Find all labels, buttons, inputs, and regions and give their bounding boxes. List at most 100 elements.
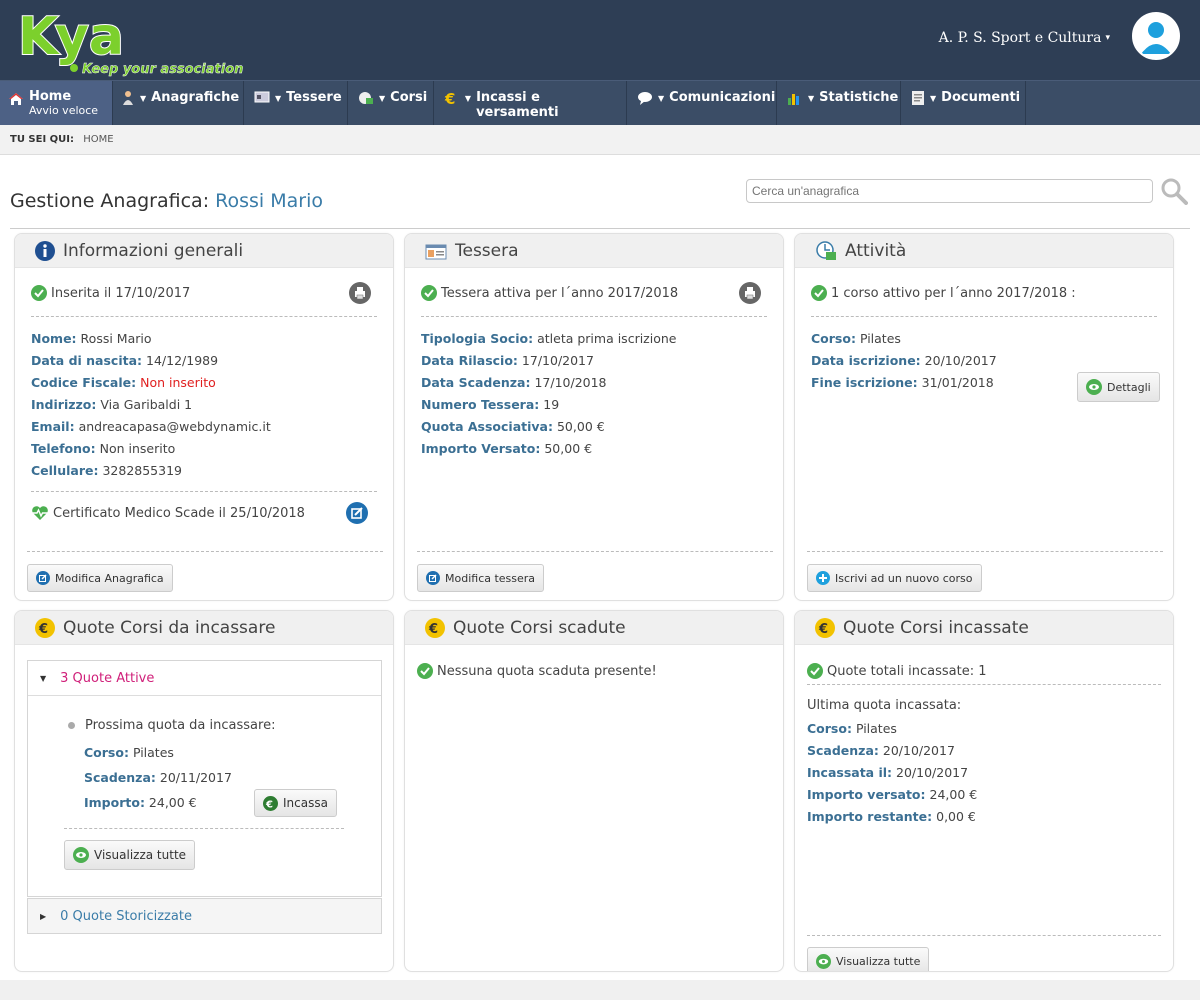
eye-icon — [816, 953, 831, 969]
euro-coin-icon: € — [425, 617, 445, 638]
edit-icon[interactable] — [346, 502, 368, 524]
divider — [31, 491, 377, 492]
incassate-field: Importo restante: 0,00 € — [807, 809, 976, 824]
status-row: Tessera attiva per l´anno 2017/2018 — [421, 285, 767, 301]
panel-header: Informazioni generali — [15, 234, 393, 268]
edit-card-button[interactable]: Modifica tessera — [417, 564, 545, 592]
divider — [807, 551, 1163, 552]
nav-item-home[interactable]: Home Avvio veloce — [0, 81, 113, 125]
app-logo[interactable]: Kya Keep your association — [17, 4, 258, 78]
nav-label: Incassi e versamenti — [476, 90, 559, 120]
nav-item-comunicazioni[interactable]: ▼ Comunicazioni — [627, 81, 777, 125]
next-quota-fields: Corso: Pilates Scadenza: 20/11/2017 Impo… — [84, 740, 232, 815]
incassate-field: Importo versato: 24,00 € — [807, 787, 978, 802]
panel-header: Tessera — [405, 234, 783, 268]
accordion-header[interactable]: ▶ 0 Quote Storicizzate — [28, 899, 381, 934]
attivita-field-list: Corso: Pilates Data iscrizione: 20/10/20… — [811, 328, 997, 394]
tessera-field-list: Tipologia Socio: atleta prima iscrizione… — [421, 328, 676, 460]
svg-text:€: € — [444, 90, 455, 106]
collect-button[interactable]: € Incassa — [254, 789, 337, 817]
check-icon — [31, 285, 47, 301]
breadcrumb-current[interactable]: HOME — [83, 134, 113, 145]
status-text: Quote totali incassate: 1 — [827, 663, 987, 679]
divider — [31, 316, 377, 317]
panel-title: Tessera — [455, 240, 519, 261]
attivita-field: Fine iscrizione: 31/01/2018 — [811, 375, 994, 390]
enroll-course-button[interactable]: Iscrivi ad un nuovo corso — [807, 564, 982, 592]
attivita-field: Data iscrizione: 20/10/2017 — [811, 353, 997, 368]
page-title: Gestione Anagrafica: Rossi Mario — [10, 190, 323, 212]
print-icon[interactable] — [349, 282, 371, 304]
next-quota-label: Prossima quota da incassare: — [85, 718, 276, 733]
panel-quote-incassate: € Quote Corsi incassate Quote totali inc… — [794, 610, 1174, 972]
edit-profile-button[interactable]: Modifica Anagrafica — [27, 564, 173, 592]
status-text: Nessuna quota scaduta presente! — [437, 663, 657, 679]
attivita-field: Corso: Pilates — [811, 331, 901, 346]
next-quota-row: Prossima quota da incassare: — [68, 718, 365, 733]
print-icon[interactable] — [739, 282, 761, 304]
chevron-down-icon: ▼ — [379, 94, 386, 103]
button-label: Modifica tessera — [445, 571, 536, 585]
panel-quote-da-incassare: € Quote Corsi da incassare ▼ 3 Quote Att… — [14, 610, 394, 972]
status-text: 1 corso attivo per l´anno 2017/2018 : — [831, 285, 1076, 301]
accordion-header[interactable]: ▼ 3 Quote Attive — [28, 661, 381, 696]
panel-header: € Quote Corsi incassate — [795, 611, 1173, 645]
document-icon — [912, 91, 924, 105]
quota-field: Importo: 24,00 € — [84, 795, 197, 810]
last-quota-row: Ultima quota incassata: — [807, 698, 1157, 713]
nav-home-label: Home — [29, 89, 72, 104]
button-label: Visualizza tutte — [94, 848, 187, 862]
eye-icon — [73, 847, 89, 863]
chevron-down-icon: ▼ — [930, 94, 937, 103]
chevron-down-icon: ▼ — [140, 94, 147, 103]
view-all-button[interactable]: Visualizza tutte — [807, 947, 930, 971]
check-icon — [417, 663, 433, 679]
euro-icon: € — [444, 90, 455, 106]
tessera-field: Data Rilascio: 17/10/2017 — [421, 353, 594, 368]
check-icon — [421, 285, 437, 301]
page-title-name: Rossi Mario — [215, 190, 323, 212]
nav-item-statistiche[interactable]: ▼ Statistiche — [777, 81, 901, 125]
status-text: Inserita il 17/10/2017 — [51, 285, 191, 301]
tessera-field: Data Scadenza: 17/10/2018 — [421, 375, 607, 390]
search-icon[interactable] — [1160, 177, 1188, 205]
account-menu[interactable]: A. P. S. Sport e Cultura ▾ — [939, 30, 1110, 46]
nav-label: Anagrafiche — [151, 90, 240, 105]
euro-coin-icon: € — [35, 617, 55, 638]
info-field: Email: andreacapasa@webdynamic.it — [31, 419, 271, 434]
status-row: Quote totali incassate: 1 — [807, 663, 1157, 679]
nav-label: Statistiche — [819, 90, 899, 105]
top-bar: Kya Keep your association A. P. S. Sport… — [0, 0, 1200, 80]
search-input[interactable] — [746, 179, 1153, 203]
button-label: Visualizza tutte — [836, 954, 921, 968]
details-button[interactable]: Dettagli — [1077, 372, 1160, 402]
accordion-title: 0 Quote Storicizzate — [60, 909, 192, 924]
quota-field: Scadenza: 20/11/2017 — [84, 770, 232, 785]
user-avatar[interactable] — [1132, 12, 1180, 60]
accordion-title: 3 Quote Attive — [60, 670, 155, 686]
status-row: Nessuna quota scaduta presente! — [417, 663, 767, 679]
svg-text:€: € — [818, 622, 828, 637]
nav-item-corsi[interactable]: ▼ Corsi — [348, 81, 434, 125]
nav-item-tessere[interactable]: ▼ Tessere — [244, 81, 348, 125]
nav-label: Documenti — [941, 90, 1021, 105]
panel-header: € Quote Corsi scadute — [405, 611, 783, 645]
divider — [807, 684, 1161, 685]
footer-bar — [0, 980, 1200, 1000]
view-all-button[interactable]: Visualizza tutte — [64, 840, 196, 870]
check-icon — [811, 285, 827, 301]
tessera-field: Tipologia Socio: atleta prima iscrizione — [421, 331, 677, 346]
page-title-prefix: Gestione Anagrafica: — [10, 190, 210, 212]
nav-item-anagrafiche[interactable]: ▼ Anagrafiche — [113, 81, 244, 125]
chevron-down-icon: ▼ — [808, 94, 815, 103]
nav-item-incassi[interactable]: € ▼ Incassi e versamenti — [434, 81, 627, 125]
panel-header: Attività — [795, 234, 1173, 268]
euro-coin-icon: € — [815, 617, 835, 638]
nav-item-documenti[interactable]: ▼ Documenti — [901, 81, 1026, 125]
nav-label: Tessere — [286, 90, 342, 105]
last-quota-label: Ultima quota incassata: — [807, 698, 962, 713]
incassate-field-list: Corso: Pilates Scadenza: 20/10/2017 Inca… — [807, 718, 977, 828]
euro-icon: € — [263, 795, 278, 811]
nav-label: Comunicazioni — [669, 90, 776, 105]
heart-icon — [32, 506, 48, 520]
